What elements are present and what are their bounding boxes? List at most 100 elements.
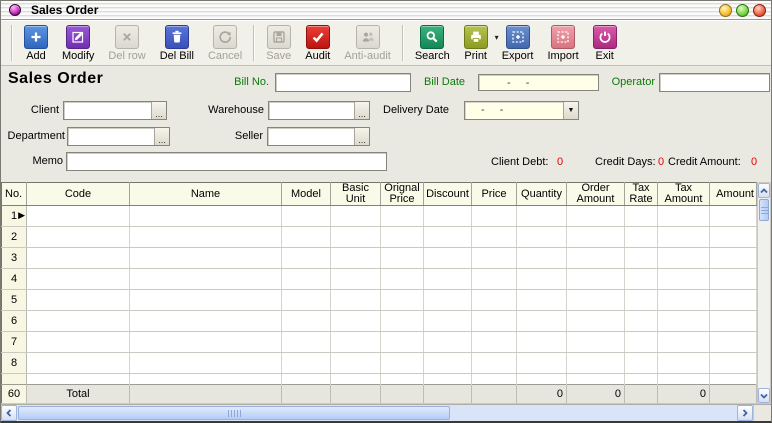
grid-cell[interactable] <box>424 331 472 352</box>
grid-cell[interactable] <box>658 289 710 310</box>
grid-cell[interactable] <box>625 268 658 289</box>
seller-input[interactable] <box>268 128 354 145</box>
grid-cell[interactable] <box>331 206 381 227</box>
grid-cell[interactable] <box>130 352 282 373</box>
grid-cell[interactable] <box>424 352 472 373</box>
grid-cell[interactable] <box>567 268 625 289</box>
grid-cell[interactable] <box>710 247 757 268</box>
grid-cell[interactable] <box>331 268 381 289</box>
grid-cell[interactable] <box>658 331 710 352</box>
grid-cell[interactable] <box>282 226 331 247</box>
client-input[interactable] <box>64 102 151 119</box>
grid-cell[interactable] <box>472 352 517 373</box>
seller-lookup-button[interactable]: ... <box>354 128 369 145</box>
operator-input[interactable] <box>659 73 770 92</box>
print-dropdown-caret[interactable]: ▾ <box>495 34 499 42</box>
grid-cell[interactable] <box>658 206 710 227</box>
row-number-cell[interactable]: 5 <box>2 289 27 310</box>
grid-cell[interactable] <box>424 206 472 227</box>
grid-cell[interactable] <box>130 226 282 247</box>
horizontal-scrollbar[interactable] <box>1 404 771 421</box>
row-number-cell[interactable]: 8 <box>2 352 27 373</box>
grid-cell[interactable] <box>27 247 130 268</box>
grid-cell[interactable] <box>331 352 381 373</box>
grid-cell[interactable] <box>658 310 710 331</box>
grid-cell[interactable] <box>625 247 658 268</box>
warehouse-lookup-button[interactable]: ... <box>354 102 369 119</box>
grid-cell[interactable] <box>282 352 331 373</box>
department-input[interactable] <box>68 128 154 145</box>
grid-cell[interactable] <box>282 331 331 352</box>
grid-cell[interactable] <box>472 226 517 247</box>
vertical-scrollbar[interactable] <box>757 182 771 404</box>
grid-cell[interactable] <box>130 331 282 352</box>
grid-cell[interactable] <box>517 226 567 247</box>
client-lookup-button[interactable]: ... <box>151 102 166 119</box>
grid-cell[interactable] <box>625 331 658 352</box>
grid-cell[interactable] <box>424 226 472 247</box>
maximize-button[interactable] <box>736 4 749 17</box>
grid-cell[interactable] <box>282 268 331 289</box>
search-button[interactable]: Search <box>408 24 457 63</box>
import-button[interactable]: Import <box>540 24 585 63</box>
grid-cell[interactable] <box>625 289 658 310</box>
grid-cell[interactable] <box>381 331 424 352</box>
grid-cell[interactable] <box>517 247 567 268</box>
grid-cell[interactable] <box>424 289 472 310</box>
grid-cell[interactable] <box>381 268 424 289</box>
grid-cell[interactable] <box>567 310 625 331</box>
grid-cell[interactable] <box>625 226 658 247</box>
grid-cell[interactable] <box>517 206 567 227</box>
department-lookup-button[interactable]: ... <box>154 128 169 145</box>
grid-cell[interactable] <box>130 247 282 268</box>
grid-cell[interactable] <box>517 352 567 373</box>
modify-button[interactable]: Modify <box>55 24 101 63</box>
grid-cell[interactable] <box>282 247 331 268</box>
row-number-cell[interactable]: 2 <box>2 226 27 247</box>
grid-cell[interactable] <box>472 331 517 352</box>
grid-cell[interactable] <box>130 310 282 331</box>
row-number-cell[interactable]: 1▶ <box>2 206 27 227</box>
grid-cell[interactable] <box>282 289 331 310</box>
row-number-cell[interactable]: 4 <box>2 268 27 289</box>
grid-cell[interactable] <box>658 226 710 247</box>
grid-cell[interactable] <box>472 268 517 289</box>
grid-cell[interactable] <box>658 247 710 268</box>
export-button[interactable]: Export <box>495 24 541 63</box>
grid-cell[interactable] <box>381 247 424 268</box>
grid-cell[interactable] <box>130 206 282 227</box>
grid-cell[interactable] <box>381 226 424 247</box>
bill-date-input[interactable]: - - <box>478 74 599 91</box>
grid-cell[interactable] <box>331 226 381 247</box>
grid-cell[interactable] <box>710 206 757 227</box>
grid-cell[interactable] <box>625 352 658 373</box>
del-bill-button[interactable]: Del Bill <box>153 24 201 63</box>
grid-cell[interactable] <box>517 268 567 289</box>
scroll-left-button[interactable] <box>1 405 17 421</box>
scroll-down-button[interactable] <box>758 388 770 403</box>
grid-cell[interactable] <box>517 310 567 331</box>
grid-cell[interactable] <box>567 206 625 227</box>
grid-cell[interactable] <box>282 310 331 331</box>
grid-cell[interactable] <box>710 352 757 373</box>
grid-cell[interactable] <box>625 310 658 331</box>
grid-cell[interactable] <box>472 310 517 331</box>
scroll-up-button[interactable] <box>758 183 770 198</box>
grid-cell[interactable] <box>472 247 517 268</box>
grid-cell[interactable] <box>331 289 381 310</box>
grid-cell[interactable] <box>472 289 517 310</box>
seller-field[interactable]: ... <box>267 127 370 146</box>
grid-cell[interactable] <box>27 310 130 331</box>
grid-cell[interactable] <box>567 289 625 310</box>
grid-cell[interactable] <box>424 268 472 289</box>
add-button[interactable]: Add <box>17 24 55 63</box>
bill-no-input[interactable] <box>275 73 411 92</box>
delivery-date-value[interactable]: - - <box>465 102 563 119</box>
grid-cell[interactable] <box>567 226 625 247</box>
grid-cell[interactable] <box>130 289 282 310</box>
grid-cell[interactable] <box>517 289 567 310</box>
grid-cell[interactable] <box>424 247 472 268</box>
grid-cell[interactable] <box>472 206 517 227</box>
delivery-date-dropdown-arrow[interactable]: ▼ <box>563 102 578 119</box>
grid-cell[interactable] <box>331 247 381 268</box>
